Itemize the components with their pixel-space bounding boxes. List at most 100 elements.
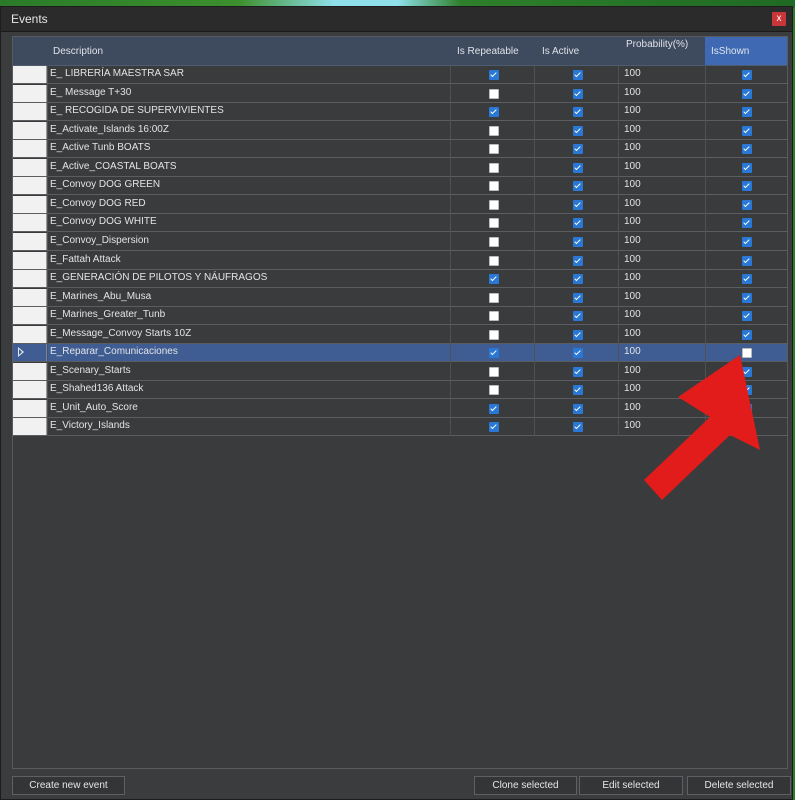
is-shown-checkbox[interactable] <box>742 236 752 247</box>
is-shown-checkbox[interactable] <box>742 311 752 322</box>
is-active-checkbox[interactable] <box>573 236 583 247</box>
create-event-button[interactable]: Create new event <box>12 776 125 795</box>
is-repeatable-checkbox[interactable] <box>489 125 499 136</box>
is-active-checkbox[interactable] <box>573 329 583 340</box>
close-button[interactable]: x <box>772 12 786 26</box>
table-row[interactable]: E_ Message T+30 100 <box>13 84 787 103</box>
table-row[interactable]: E_ RECOGIDA DE SUPERVIVIENTES 100 <box>13 103 787 122</box>
is-repeatable-checkbox[interactable] <box>489 366 499 377</box>
is-active-checkbox[interactable] <box>573 274 583 285</box>
row-header[interactable] <box>13 195 47 213</box>
is-active-checkbox[interactable] <box>573 144 583 155</box>
row-header[interactable] <box>13 214 47 232</box>
is-repeatable-checkbox[interactable] <box>489 70 499 80</box>
header-is-shown[interactable]: IsShown <box>711 37 749 65</box>
is-repeatable-checkbox[interactable] <box>489 292 499 303</box>
table-row[interactable]: E_Fattah Attack 100 <box>13 251 787 270</box>
is-repeatable-checkbox[interactable] <box>489 199 499 210</box>
table-row[interactable]: E_Marines_Greater_Tunb 100 <box>13 307 787 326</box>
row-header[interactable] <box>13 158 47 176</box>
is-active-checkbox[interactable] <box>573 181 583 192</box>
header-description[interactable]: Description <box>53 37 103 65</box>
is-active-checkbox[interactable] <box>573 422 583 433</box>
is-repeatable-checkbox[interactable] <box>489 403 499 414</box>
is-repeatable-checkbox[interactable] <box>489 162 499 173</box>
row-header[interactable] <box>13 84 47 102</box>
is-repeatable-checkbox[interactable] <box>489 218 499 229</box>
table-row[interactable]: E_Activate_Islands 16:00Z 100 <box>13 121 787 140</box>
is-shown-checkbox[interactable] <box>742 255 752 266</box>
table-row[interactable]: E_ LIBRERÍA MAESTRA SAR 100 <box>13 66 787 84</box>
table-row[interactable]: E_Marines_Abu_Musa 100 <box>13 288 787 307</box>
is-repeatable-checkbox[interactable] <box>489 274 499 285</box>
is-repeatable-checkbox[interactable] <box>489 236 499 247</box>
is-active-checkbox[interactable] <box>573 311 583 322</box>
is-shown-checkbox[interactable] <box>742 199 752 210</box>
is-repeatable-checkbox[interactable] <box>489 385 499 396</box>
is-active-checkbox[interactable] <box>573 199 583 210</box>
is-active-checkbox[interactable] <box>573 292 583 303</box>
is-shown-checkbox[interactable] <box>742 70 752 80</box>
is-repeatable-checkbox[interactable] <box>489 422 499 433</box>
is-shown-checkbox[interactable] <box>742 125 752 136</box>
row-header[interactable] <box>13 381 47 399</box>
is-repeatable-checkbox[interactable] <box>489 329 499 340</box>
row-header[interactable] <box>13 399 47 417</box>
is-active-checkbox[interactable] <box>573 366 583 377</box>
is-active-checkbox[interactable] <box>573 348 583 359</box>
is-repeatable-checkbox[interactable] <box>489 181 499 192</box>
is-active-checkbox[interactable] <box>573 385 583 396</box>
row-header[interactable] <box>13 66 47 83</box>
header-probability[interactable]: Probability (%) <box>626 37 688 67</box>
is-shown-checkbox[interactable] <box>742 107 752 118</box>
table-row[interactable]: E_Convoy DOG GREEN 100 <box>13 177 787 196</box>
is-shown-checkbox[interactable] <box>742 144 752 155</box>
table-row[interactable]: E_Convoy DOG RED 100 <box>13 195 787 214</box>
row-header[interactable] <box>13 307 47 325</box>
row-header[interactable] <box>13 232 47 250</box>
header-is-repeatable[interactable]: Is Repeatable <box>457 37 519 65</box>
is-active-checkbox[interactable] <box>573 125 583 136</box>
clone-selected-button[interactable]: Clone selected <box>474 776 577 795</box>
table-row[interactable]: E_Convoy DOG WHITE 100 <box>13 214 787 233</box>
row-header[interactable] <box>13 270 47 288</box>
row-header[interactable] <box>13 121 47 139</box>
is-shown-checkbox[interactable] <box>742 292 752 303</box>
is-active-checkbox[interactable] <box>573 255 583 266</box>
is-active-checkbox[interactable] <box>573 162 583 173</box>
is-shown-checkbox[interactable] <box>742 329 752 340</box>
table-row[interactable]: E_Convoy_Dispersion 100 <box>13 232 787 251</box>
row-header[interactable] <box>13 418 47 436</box>
is-shown-checkbox[interactable] <box>742 162 752 173</box>
row-header[interactable] <box>13 344 47 362</box>
row-header[interactable] <box>13 288 47 306</box>
table-row[interactable]: E_Message_Convoy Starts 10Z 100 <box>13 325 787 344</box>
delete-selected-button[interactable]: Delete selected <box>687 776 791 795</box>
row-header[interactable] <box>13 103 47 121</box>
is-repeatable-checkbox[interactable] <box>489 348 499 359</box>
is-shown-checkbox[interactable] <box>742 88 752 99</box>
table-row[interactable]: E_Active_COASTAL BOATS 100 <box>13 158 787 177</box>
edit-selected-button[interactable]: Edit selected <box>579 776 683 795</box>
is-repeatable-checkbox[interactable] <box>489 107 499 118</box>
is-repeatable-checkbox[interactable] <box>489 311 499 322</box>
is-repeatable-checkbox[interactable] <box>489 255 499 266</box>
row-header[interactable] <box>13 362 47 380</box>
row-header[interactable] <box>13 140 47 158</box>
is-active-checkbox[interactable] <box>573 88 583 99</box>
table-row[interactable]: E_GENERACIÓN DE PILOTOS Y NÁUFRAGOS 100 <box>13 270 787 289</box>
is-shown-checkbox[interactable] <box>742 181 752 192</box>
is-active-checkbox[interactable] <box>573 218 583 229</box>
is-shown-checkbox[interactable] <box>742 218 752 229</box>
is-active-checkbox[interactable] <box>573 70 583 80</box>
is-repeatable-checkbox[interactable] <box>489 144 499 155</box>
row-header[interactable] <box>13 177 47 195</box>
row-header[interactable] <box>13 325 47 343</box>
table-row[interactable]: E_Active Tunb BOATS 100 <box>13 140 787 159</box>
row-header[interactable] <box>13 251 47 269</box>
is-active-checkbox[interactable] <box>573 403 583 414</box>
is-shown-checkbox[interactable] <box>742 274 752 285</box>
header-is-active[interactable]: Is Active <box>542 37 579 65</box>
is-active-checkbox[interactable] <box>573 107 583 118</box>
is-repeatable-checkbox[interactable] <box>489 88 499 99</box>
